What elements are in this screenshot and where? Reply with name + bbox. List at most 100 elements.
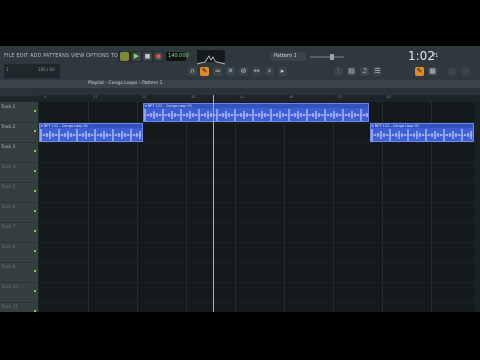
track-header[interactable]: Track 8 [0, 242, 38, 263]
track-divider [39, 202, 480, 203]
track-mute-led[interactable] [34, 270, 36, 272]
master-volume-slider[interactable] [310, 54, 344, 60]
piano-roll-button[interactable]: ♫ [360, 67, 369, 76]
track-mute-led[interactable] [34, 190, 36, 192]
track-divider [39, 142, 480, 143]
tempo-display[interactable]: 140.000 [166, 52, 189, 61]
plugin-picker-button[interactable]: ✎ [415, 67, 424, 76]
master-volume-handle[interactable] [330, 54, 334, 60]
mute-tool-button[interactable]: ⊘ [239, 67, 248, 76]
ruler-tick: 57 [338, 95, 343, 99]
track-header[interactable]: Track 11 [0, 302, 38, 312]
song-time-display[interactable]: 1:02 [408, 49, 435, 63]
track-name: Track 10 [1, 284, 18, 289]
track-divider [39, 242, 480, 243]
track-header[interactable]: Track 7 [0, 222, 38, 243]
ruler-tick: 25 [142, 95, 147, 99]
track-header[interactable]: Track 4 [0, 162, 38, 183]
cpu-monitor [196, 50, 226, 65]
magnet-icon: ∩ [189, 67, 196, 75]
pattern-mode-button[interactable]: ▦ [428, 67, 437, 76]
channel-rack-button[interactable]: ▤ [347, 67, 356, 76]
track-name: Track 7 [1, 224, 16, 229]
track-header[interactable]: Track 3 [0, 142, 38, 163]
track-mute-led[interactable] [34, 250, 36, 252]
record-icon: ● [155, 53, 162, 60]
track-mute-led[interactable] [34, 290, 36, 292]
browser-button[interactable]: ☰ [373, 67, 382, 76]
track-mute-led[interactable] [34, 130, 36, 132]
delete-tool-button[interactable]: ✕ [226, 67, 235, 76]
playlist-title-bar[interactable]: Playlist - Conga Loops › Pattern 1 [0, 80, 480, 88]
record-button[interactable]: ● [154, 52, 163, 61]
audio-clip[interactable]: ▾ BPT 122 - Conga Loop 01 [39, 122, 143, 142]
track-name: Track 2 [1, 124, 16, 129]
track-header[interactable]: Track 1 [0, 102, 38, 123]
pattern-icon: ▦ [429, 67, 436, 75]
track-name: Track 3 [1, 144, 16, 149]
online-button[interactable] [461, 67, 470, 76]
main-toolbar: FILE EDIT ADD PATTERNS VIEW OPTIONS TOOL… [0, 46, 480, 80]
draw-tool-button[interactable]: ✎ [200, 67, 209, 76]
track-mute-led[interactable] [34, 230, 36, 232]
clip-waveform [371, 128, 473, 141]
play-icon: ▶ [133, 52, 140, 60]
timeline-ruler[interactable]: 9 17 25 33 41 49 57 65 [39, 95, 480, 102]
ruler-tick: 65 [387, 95, 392, 99]
track-divider [39, 162, 480, 163]
track-divider [39, 182, 480, 183]
playhead[interactable] [213, 95, 214, 312]
track-divider [39, 282, 480, 283]
cpu-knob[interactable] [447, 67, 456, 76]
tempo-value: 140.000 [168, 53, 189, 59]
ruler-tick: 33 [191, 95, 196, 99]
track-name: Track 8 [1, 244, 16, 249]
bar-line [284, 102, 285, 312]
track-header[interactable]: Track 2 [0, 122, 38, 143]
track-divider [39, 302, 480, 303]
track-mute-led[interactable] [34, 110, 36, 112]
track-mute-led[interactable] [34, 150, 36, 152]
mixer-button[interactable]: ⫶ [334, 67, 343, 76]
zoom-tool-button[interactable]: ⌕ [265, 67, 274, 76]
slip-tool-button[interactable]: ↔ [252, 67, 261, 76]
piano-roll-icon: ♫ [361, 67, 368, 75]
slip-icon: ↔ [253, 67, 260, 75]
play-button[interactable]: ▶ [132, 52, 141, 61]
song-time-ticks: 71 [432, 53, 439, 59]
snap-button[interactable]: ∩ [188, 67, 197, 76]
track-header[interactable]: Track 6 [0, 202, 38, 223]
plugin-icon: ✎ [416, 67, 423, 75]
track-mute-led[interactable] [34, 310, 36, 312]
vertical-scrollbar[interactable] [474, 102, 480, 312]
pattern-selector[interactable]: Pattern 1 [270, 52, 306, 61]
track-name: Track 4 [1, 164, 16, 169]
track-mute-led[interactable] [34, 210, 36, 212]
clip-waveform [40, 128, 142, 141]
audio-clip[interactable]: ▾ BPT 122 - Conga Loop 01 [143, 102, 369, 122]
track-name: Track 6 [1, 204, 16, 209]
track-mute-led[interactable] [34, 170, 36, 172]
ruler-tick: 41 [240, 95, 245, 99]
playback-tool-button[interactable]: ▸ [278, 67, 287, 76]
clip-waveform [144, 108, 368, 121]
bar-line [235, 102, 236, 312]
track-name: Track 1 [1, 104, 16, 109]
paint-tool-button[interactable]: ≈ [213, 67, 222, 76]
mixer-icon: ⫶ [337, 67, 340, 75]
pencil-icon: ✎ [201, 67, 208, 75]
pat-song-toggle[interactable] [120, 52, 129, 61]
audio-clip[interactable]: ▾ BPT 122 - Conga Loop 01 [370, 122, 474, 142]
track-list: Track 1 Track 2 Track 3 Track 4 Track 5 Track… [0, 102, 38, 312]
track-header[interactable]: Track 5 [0, 182, 38, 203]
track-name: Track 9 [1, 264, 16, 269]
channel-rack-icon: ▤ [348, 67, 355, 75]
zoom-icon: ⌕ [267, 67, 272, 75]
track-divider [39, 222, 480, 223]
stop-button[interactable]: ■ [143, 52, 152, 61]
track-name: Track 5 [1, 184, 16, 189]
ruler-tick: 17 [93, 95, 98, 99]
playlist-grid[interactable]: ▾ BPT 122 - Conga Loop 01 ▾ BPT 122 - Con… [39, 95, 480, 312]
track-header[interactable]: Track 9 [0, 262, 38, 283]
track-header[interactable]: Track 10 [0, 282, 38, 303]
